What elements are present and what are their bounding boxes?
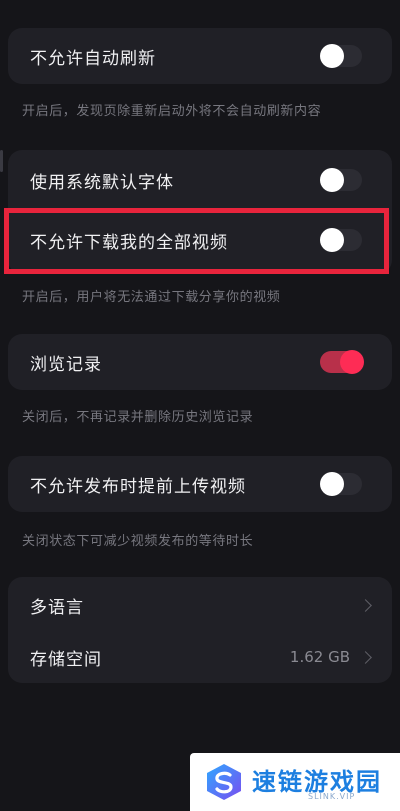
row-label: 不允许自动刷新 <box>30 48 156 69</box>
card-language-storage: 多语言 存储空间 1.62 GB <box>8 577 392 683</box>
toggle-knob <box>320 44 344 68</box>
toggle-knob <box>320 472 344 496</box>
row-no-pre-upload[interactable]: 不允许发布时提前上传视频 <box>8 456 392 512</box>
toggle-browse-history[interactable] <box>320 350 364 374</box>
toggle-knob <box>320 168 344 192</box>
desc-no-auto-refresh: 开启后，发现页除重新启动外将不会自动刷新内容 <box>22 104 322 119</box>
toggle-no-auto-refresh[interactable] <box>320 44 362 68</box>
storage-value: 1.62 GB <box>289 648 350 666</box>
scroll-indicator <box>0 150 3 172</box>
watermark: 速链游戏园 SLINK.VIP <box>190 753 400 811</box>
desc-browse-history: 关闭后，不再记录并删除历史浏览记录 <box>22 410 254 425</box>
row-label: 不允许发布时提前上传视频 <box>30 476 246 497</box>
toggle-knob <box>340 350 364 374</box>
desc-no-download-all-videos: 开启后，用户将无法通过下载分享你的视频 <box>22 290 281 305</box>
row-label: 多语言 <box>30 597 84 618</box>
row-system-font[interactable]: 使用系统默认字体 <box>8 152 392 208</box>
chevron-right-icon <box>359 650 372 664</box>
highlight-box <box>4 208 389 274</box>
row-label: 存储空间 <box>30 649 102 670</box>
row-language[interactable]: 多语言 <box>8 577 392 633</box>
toggle-no-pre-upload[interactable] <box>320 472 362 496</box>
row-no-auto-refresh[interactable]: 不允许自动刷新 <box>8 28 392 84</box>
card-browse-history: 浏览记录 <box>8 334 392 390</box>
toggle-system-font[interactable] <box>320 168 362 192</box>
row-storage[interactable]: 存储空间 1.62 GB <box>8 629 392 685</box>
card-auto-refresh: 不允许自动刷新 <box>8 28 392 84</box>
watermark-subtitle: SLINK.VIP <box>308 792 356 801</box>
desc-no-pre-upload: 关闭状态下可减少视频发布的等待时长 <box>22 534 254 549</box>
row-label: 浏览记录 <box>30 354 102 375</box>
dual-s-logo-icon <box>207 764 241 800</box>
row-browse-history[interactable]: 浏览记录 <box>8 334 392 390</box>
chevron-right-icon <box>359 598 372 612</box>
card-pre-upload: 不允许发布时提前上传视频 <box>8 456 392 512</box>
row-label: 使用系统默认字体 <box>30 172 174 193</box>
